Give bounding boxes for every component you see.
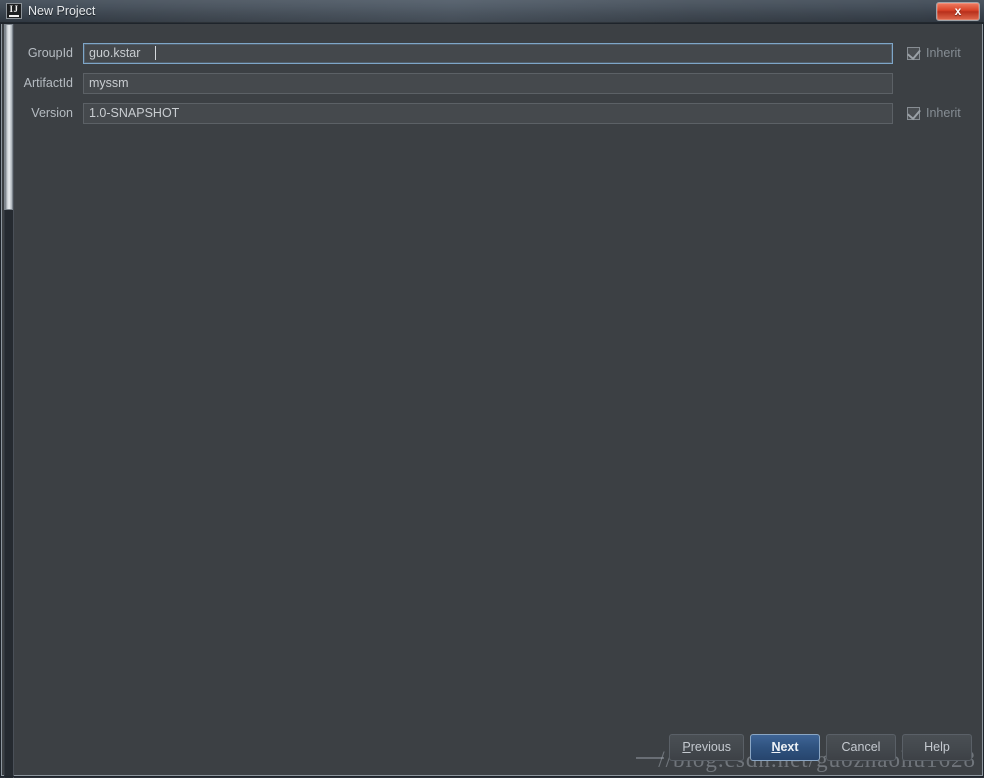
form-row-version: Version 1.0-SNAPSHOT Inherit	[15, 98, 982, 128]
previous-button[interactable]: Previous	[669, 734, 744, 761]
watermark-line	[636, 757, 664, 759]
previous-mnemonic: P	[682, 740, 691, 754]
cancel-button[interactable]: Cancel	[826, 734, 896, 761]
form-row-groupid: GroupId guo.kstar Inherit	[15, 38, 982, 68]
maven-coordinates-form: GroupId guo.kstar Inherit ArtifactId mys…	[15, 24, 982, 128]
artifactid-input[interactable]: myssm	[83, 72, 893, 94]
artifactid-label: ArtifactId	[23, 76, 73, 90]
groupid-inherit-label: Inherit	[926, 46, 961, 60]
version-inherit-wrap[interactable]: Inherit	[907, 105, 961, 120]
check-icon	[907, 45, 921, 60]
groupid-inherit-wrap[interactable]: Inherit	[907, 45, 961, 60]
help-button[interactable]: Help	[902, 734, 972, 761]
groupid-inherit-checkbox[interactable]	[907, 45, 921, 60]
next-button[interactable]: Next	[750, 734, 820, 761]
groupid-input[interactable]: guo.kstar	[83, 42, 893, 64]
dialog-content-area: GroupId guo.kstar Inherit ArtifactId mys…	[2, 23, 982, 778]
version-input[interactable]: 1.0-SNAPSHOT	[83, 102, 893, 124]
dialog-button-bar: Previous Next Cancel Help	[669, 734, 972, 761]
vertical-scrollbar[interactable]	[4, 24, 14, 778]
version-inherit-label: Inherit	[926, 106, 961, 120]
check-icon	[907, 105, 921, 120]
intellij-idea-icon: IJ	[6, 3, 22, 19]
previous-label: revious	[690, 740, 731, 754]
app-icon-text: IJ	[9, 4, 19, 14]
title-bar: IJ New Project x	[0, 0, 984, 23]
close-icon[interactable]: x	[936, 2, 980, 21]
version-label: Version	[31, 106, 73, 120]
app-icon-underline	[9, 15, 19, 17]
next-label: ext	[780, 740, 799, 754]
dialog-body: GroupId guo.kstar Inherit ArtifactId mys…	[0, 23, 984, 778]
scrollbar-track[interactable]	[4, 210, 13, 778]
version-inherit-checkbox[interactable]	[907, 105, 921, 120]
form-row-artifactid: ArtifactId myssm	[15, 68, 982, 98]
text-caret	[155, 46, 156, 60]
window-title: New Project	[28, 4, 96, 18]
title-bar-sheen	[0, 0, 984, 23]
scrollbar-thumb[interactable]	[4, 24, 13, 210]
groupid-label: GroupId	[27, 46, 73, 60]
new-project-dialog: IJ New Project x GroupId guo.kstar Inher…	[0, 0, 984, 778]
